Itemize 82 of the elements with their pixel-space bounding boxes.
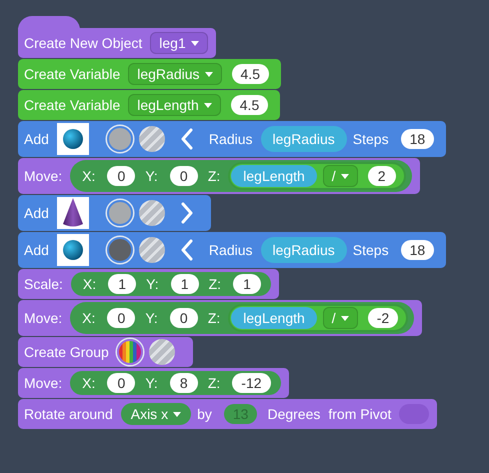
code-block[interactable]: Add Radius legRadius Steps 18 <box>18 121 446 157</box>
block-label: Add <box>24 131 49 147</box>
caret-icon <box>190 40 199 46</box>
number-field[interactable]: 18 <box>400 129 434 149</box>
block-label: Create Variable <box>24 97 120 113</box>
shape-button[interactable] <box>56 197 89 229</box>
block-label: Scale: <box>24 276 63 292</box>
caret-icon <box>204 72 213 76</box>
number-field[interactable]: 0 <box>107 308 136 328</box>
color-swatch[interactable] <box>106 126 133 152</box>
block-label: Radius <box>208 131 253 147</box>
block-label: X: <box>82 310 96 326</box>
block-label: Add <box>24 242 49 258</box>
block-label: Z: <box>208 276 222 292</box>
shape-button[interactable] <box>56 234 89 266</box>
shape-button[interactable] <box>56 123 89 155</box>
block-label: Move: <box>24 310 62 326</box>
code-block[interactable]: Create Variable legLength 4.5 <box>18 90 280 120</box>
dropdown[interactable]: Axis x <box>120 403 192 425</box>
block-label: X: <box>82 276 96 292</box>
block-label: Create New Object <box>24 35 142 51</box>
color-swatch[interactable] <box>106 200 133 226</box>
block-label: Z: <box>208 375 220 391</box>
sphere-icon <box>62 240 83 260</box>
block-label: Degrees <box>267 406 320 422</box>
chevron-left-icon[interactable] <box>180 128 193 150</box>
block-label: Add <box>24 205 49 221</box>
number-field[interactable]: 0 <box>170 308 198 328</box>
caret-icon <box>340 316 349 320</box>
number-field[interactable]: 0 <box>107 373 136 393</box>
texture-swatch[interactable] <box>138 237 165 263</box>
block-label: X: <box>82 168 96 184</box>
code-block[interactable]: Add Radius legRadius Steps 18 <box>18 232 446 268</box>
chevron-left-icon[interactable] <box>180 239 193 261</box>
block-label: Move: <box>24 375 62 391</box>
block-label: by <box>197 406 212 422</box>
number-field[interactable]: -12 <box>232 373 271 393</box>
color-swatch[interactable] <box>106 237 133 263</box>
texture-swatch[interactable] <box>138 200 165 226</box>
block-label: from Pivot <box>328 406 392 422</box>
code-block[interactable]: Move: X: 0 Y: 0 Z: legLength / 2 <box>18 158 420 194</box>
block-label: Move: <box>24 168 62 184</box>
code-block[interactable]: Move: X: 0 Y: 0 Z: legLength / -2 <box>18 300 422 336</box>
texture-swatch[interactable] <box>148 339 175 365</box>
block-label: Steps <box>352 131 389 147</box>
block-label: Create Group <box>24 344 109 360</box>
block-label: Steps <box>352 242 389 258</box>
block-label: Y: <box>145 375 158 391</box>
number-field[interactable]: 4.5 <box>232 64 269 84</box>
block-label: Rotate around <box>24 406 113 422</box>
texture-swatch[interactable] <box>138 126 165 152</box>
cone-icon <box>62 198 83 228</box>
chevron-right-icon[interactable] <box>180 202 193 224</box>
caret-icon <box>340 174 349 178</box>
caret-icon <box>173 412 182 416</box>
number-field[interactable]: 18 <box>400 240 434 260</box>
number-field[interactable]: 1 <box>170 274 199 294</box>
number-field[interactable]: 2 <box>368 166 396 186</box>
code-block[interactable]: Create Group <box>18 337 193 367</box>
block-label: Z: <box>208 168 220 184</box>
number-field[interactable]: 4.5 <box>230 95 268 115</box>
code-block[interactable]: Add <box>18 195 211 231</box>
dropdown[interactable]: leg1 <box>150 32 208 54</box>
number-field[interactable]: 0 <box>107 166 136 186</box>
block-label: Z: <box>208 310 220 326</box>
block-label: Y: <box>146 276 159 292</box>
code-block[interactable]: Create Variable legRadius 4.5 <box>18 59 281 89</box>
caret-icon <box>204 102 212 108</box>
block-label: Radius <box>208 242 253 258</box>
number-field[interactable]: 0 <box>170 166 198 186</box>
rainbow-swatch[interactable] <box>116 339 143 365</box>
number-field[interactable]: 1 <box>233 274 262 294</box>
block-label: Create Variable <box>24 66 120 82</box>
number-field[interactable]: 8 <box>170 373 198 393</box>
code-block[interactable]: Move: X: 0 Y: 8 Z: -12 <box>18 368 289 398</box>
code-block[interactable]: Scale: X: 1 Y: 1 Z: 1 <box>18 269 280 299</box>
block-label: Y: <box>145 310 158 326</box>
block-label: Y: <box>145 168 158 184</box>
number-field[interactable]: -2 <box>368 308 398 328</box>
number-field[interactable]: 1 <box>108 274 136 294</box>
sphere-icon <box>62 129 83 149</box>
block-label: X: <box>82 375 96 391</box>
